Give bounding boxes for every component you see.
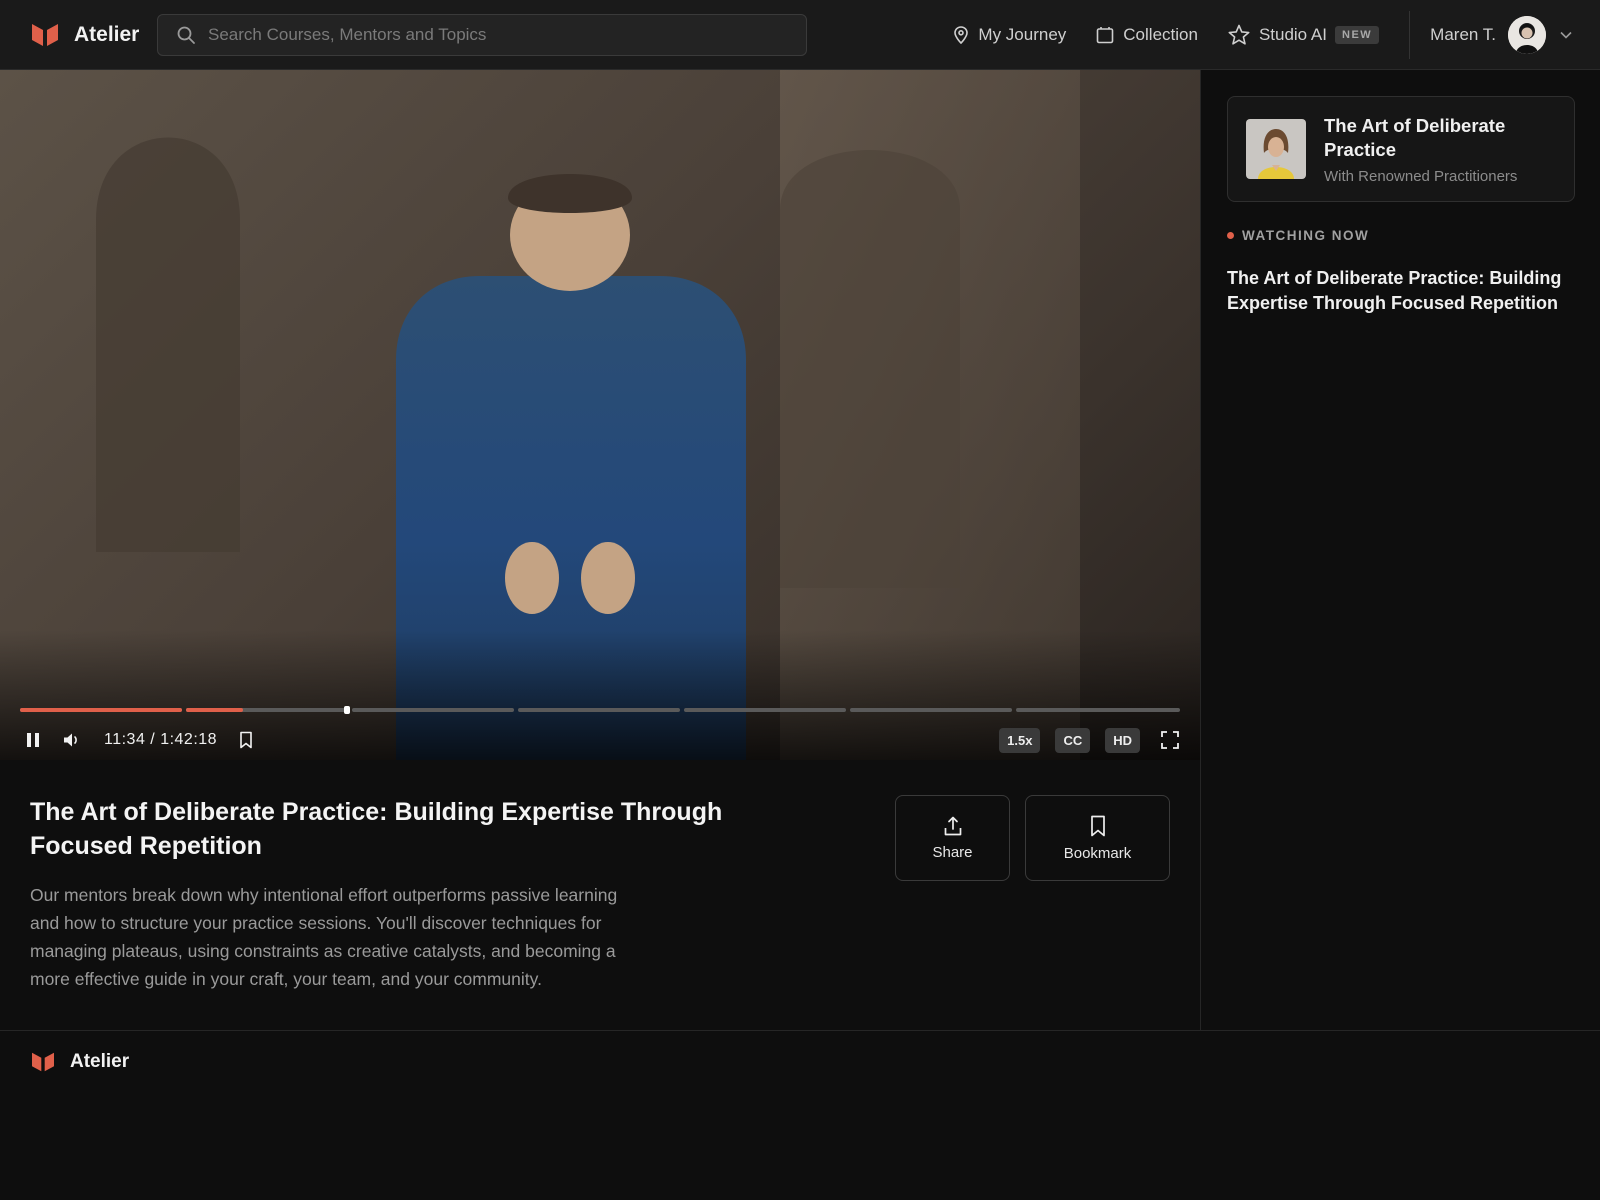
progress-bar[interactable] (20, 705, 1180, 715)
chapter-segment-3[interactable] (352, 708, 514, 712)
search-icon (177, 26, 195, 44)
nav-my-journey-label: My Journey (978, 24, 1067, 44)
atelier-logo-icon (32, 23, 58, 46)
share-label: Share (932, 843, 973, 861)
search-input[interactable] (208, 24, 806, 45)
main-nav: My Journey Collection Studio AI NEW (923, 24, 1380, 46)
chevron-down-icon (1560, 31, 1572, 39)
nav-my-journey[interactable]: My Journey (953, 25, 1066, 45)
chapter-segment-5[interactable] (684, 708, 846, 712)
video-info: The Art of Deliberate Practice: Building… (30, 795, 830, 993)
top-bar: Atelier My Journey Collection (0, 0, 1600, 70)
fullscreen-icon (1161, 731, 1179, 749)
map-pin-icon (954, 25, 969, 44)
course-card-text: The Art of Deliberate Practice With Reno… (1324, 114, 1544, 185)
volume-icon (64, 733, 77, 747)
live-dot-icon (1227, 232, 1234, 239)
footer-brand-name: Atelier (70, 1051, 130, 1072)
share-button[interactable]: Share (895, 795, 1010, 881)
bookmark-timestamp-button[interactable] (237, 730, 255, 750)
share-icon (944, 816, 961, 835)
nav-collection-label: Collection (1123, 24, 1198, 44)
video-title: The Art of Deliberate Practice: Building… (30, 798, 723, 860)
nav-divider (1409, 10, 1411, 59)
collection-icon (1096, 26, 1114, 43)
pause-button[interactable] (24, 731, 42, 749)
footer-brand[interactable]: Atelier (32, 1051, 157, 1073)
star-icon (1228, 24, 1250, 45)
course-subtitle: With Renowned Practitioners (1324, 167, 1518, 185)
chapter-segment-6[interactable] (850, 708, 1012, 712)
chapter-segment-4[interactable] (518, 708, 680, 712)
chapter-segment-2[interactable] (186, 708, 348, 712)
bookmark-icon (1090, 815, 1105, 836)
avatar-image-icon (1508, 15, 1546, 54)
footer: Atelier (0, 1030, 1600, 1200)
scrub-handle[interactable] (344, 706, 350, 714)
watching-now-label: WATCHING NOW (1242, 228, 1370, 243)
now-playing-title[interactable]: The Art of Deliberate Practice: Building… (1227, 266, 1577, 316)
nav-studio-ai[interactable]: Studio AI NEW (1228, 24, 1380, 46)
playback-speed-button[interactable]: 1.5x (999, 727, 1041, 753)
course-sidebar: The Art of Deliberate Practice With Reno… (1200, 70, 1600, 1030)
nav-collection[interactable]: Collection (1096, 25, 1198, 45)
pause-icon (27, 733, 39, 747)
video-player[interactable]: 11:34 / 1:42:18 1.5x CC HD (0, 70, 1200, 760)
captions-button[interactable]: CC (1055, 727, 1091, 753)
bookmark-button[interactable]: Bookmark (1025, 795, 1170, 881)
player-controls: 11:34 / 1:42:18 1.5x CC HD (0, 722, 1200, 758)
volume-button[interactable] (62, 731, 82, 749)
watching-now-indicator: WATCHING NOW (1227, 228, 1369, 243)
mentor-portrait-icon (1246, 119, 1306, 179)
quality-button[interactable]: HD (1105, 727, 1140, 753)
new-badge: NEW (1335, 25, 1380, 44)
chapter-segment-7[interactable] (1016, 708, 1180, 712)
bookmark-icon (240, 731, 252, 749)
user-menu[interactable]: Maren T. (1430, 15, 1572, 54)
brand[interactable]: Atelier (32, 23, 157, 47)
video-description: Our mentors break down why intentional e… (30, 885, 618, 989)
fullscreen-button[interactable] (1160, 730, 1180, 750)
course-title: The Art of Deliberate Practice (1324, 114, 1506, 160)
atelier-logo-icon (32, 1052, 54, 1072)
bookmark-label: Bookmark (1063, 844, 1132, 862)
brand-name: Atelier (74, 22, 140, 46)
segment-fill (20, 708, 182, 712)
avatar (1508, 15, 1546, 54)
segment-fill (186, 708, 243, 712)
course-thumbnail (1246, 119, 1306, 179)
search-bar[interactable] (157, 13, 807, 56)
video-frame (0, 70, 1200, 760)
user-name: Maren T. (1430, 24, 1496, 44)
course-card[interactable]: The Art of Deliberate Practice With Reno… (1227, 96, 1575, 202)
chapter-segment-1[interactable] (20, 708, 182, 712)
timecode: 11:34 / 1:42:18 (104, 731, 218, 748)
nav-studio-ai-label: Studio AI (1258, 24, 1327, 44)
